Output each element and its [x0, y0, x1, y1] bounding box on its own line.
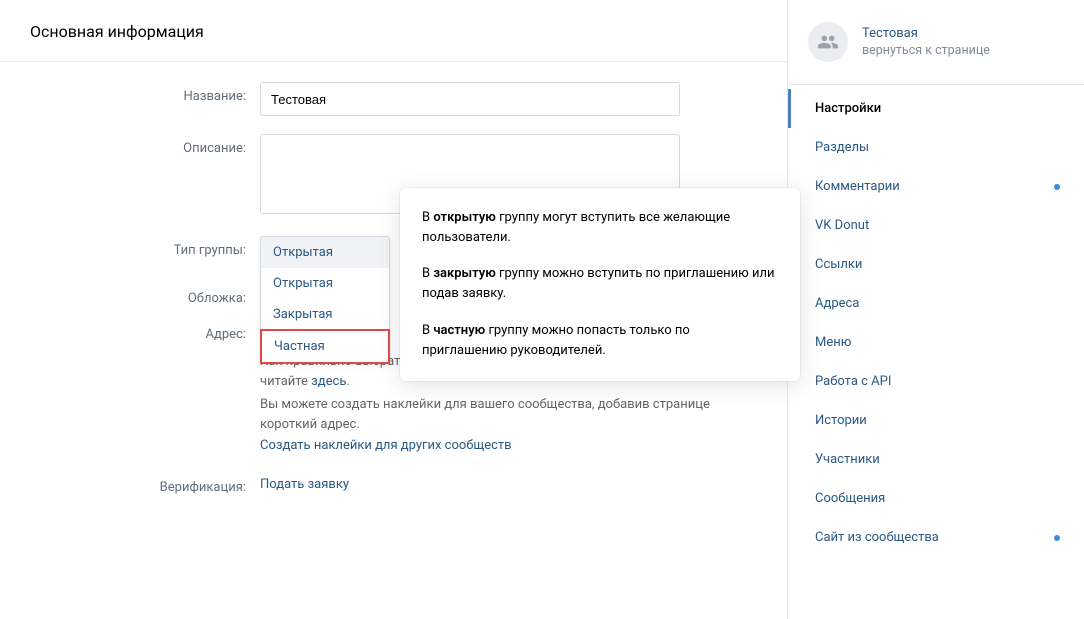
nav-item-label: Настройки: [815, 101, 881, 116]
nav-item-label: Сообщения: [815, 491, 885, 506]
nav-item-2[interactable]: Комментарии: [788, 167, 1084, 206]
page-title: Основная информация: [0, 0, 787, 62]
notification-dot-icon: [1054, 535, 1060, 541]
name-input[interactable]: [260, 82, 680, 116]
group-icon: [817, 31, 839, 53]
main-panel: Основная информация Название: Описание: …: [0, 0, 788, 619]
nav-item-3[interactable]: VK Donut: [788, 206, 1084, 245]
nav-item-label: VK Donut: [815, 218, 869, 233]
nav-item-9[interactable]: Участники: [788, 440, 1084, 479]
community-header[interactable]: Тестовая вернуться к странице: [788, 0, 1084, 85]
cover-label: Обложка:: [30, 284, 260, 306]
nav-item-5[interactable]: Адреса: [788, 284, 1084, 323]
group-type-tooltip: В открытую группу могут вступить все жел…: [400, 188, 800, 381]
group-type-label: Тип группы:: [30, 236, 260, 258]
settings-nav: Настройки Разделы Комментарии VK Donut Ссылк…: [788, 85, 1084, 557]
nav-item-label: Сайт из сообщества: [815, 530, 939, 545]
nav-item-11[interactable]: Сайт из сообщества: [788, 518, 1084, 557]
nav-item-4[interactable]: Ссылки: [788, 245, 1084, 284]
nav-item-label: Разделы: [815, 140, 869, 155]
name-label: Название:: [30, 82, 260, 104]
description-label: Описание:: [30, 134, 260, 156]
group-type-option-private[interactable]: Частная: [260, 329, 390, 364]
nav-item-label: Участники: [815, 452, 880, 467]
nav-item-10[interactable]: Сообщения: [788, 479, 1084, 518]
nav-item-7[interactable]: Работа с API: [788, 362, 1084, 401]
create-stickers-link[interactable]: Создать наклейки для других сообществ: [260, 438, 512, 453]
verification-apply-link[interactable]: Подать заявку: [260, 473, 349, 492]
group-type-option-closed[interactable]: Закрытая: [261, 299, 389, 330]
stickers-hint: Вы можете создать наклейки для вашего со…: [260, 395, 720, 434]
back-to-page-link[interactable]: вернуться к странице: [862, 43, 990, 58]
nav-item-6[interactable]: Меню: [788, 323, 1084, 362]
nav-item-label: Работа с API: [815, 374, 891, 389]
group-type-option-open[interactable]: Открытая: [261, 268, 389, 299]
nav-item-0[interactable]: Настройки: [788, 89, 1084, 128]
group-type-dropdown[interactable]: Открытая Открытая Закрытая Частная: [260, 236, 390, 364]
nav-item-label: Ссылки: [815, 257, 862, 272]
verification-label: Верификация:: [30, 473, 260, 495]
nav-item-label: Меню: [815, 335, 851, 350]
nav-item-label: Адреса: [815, 296, 859, 311]
address-hint-link[interactable]: здесь: [311, 374, 346, 389]
address-label: Адрес:: [30, 320, 260, 342]
community-avatar: [808, 22, 848, 62]
nav-item-label: Истории: [815, 413, 867, 428]
nav-item-label: Комментарии: [815, 179, 900, 194]
group-type-option-selected[interactable]: Открытая: [261, 237, 389, 268]
notification-dot-icon: [1054, 184, 1060, 190]
community-title: Тестовая: [862, 26, 990, 41]
nav-item-1[interactable]: Разделы: [788, 128, 1084, 167]
nav-item-8[interactable]: Истории: [788, 401, 1084, 440]
right-sidebar: Тестовая вернуться к странице Настройки Р…: [788, 0, 1084, 619]
